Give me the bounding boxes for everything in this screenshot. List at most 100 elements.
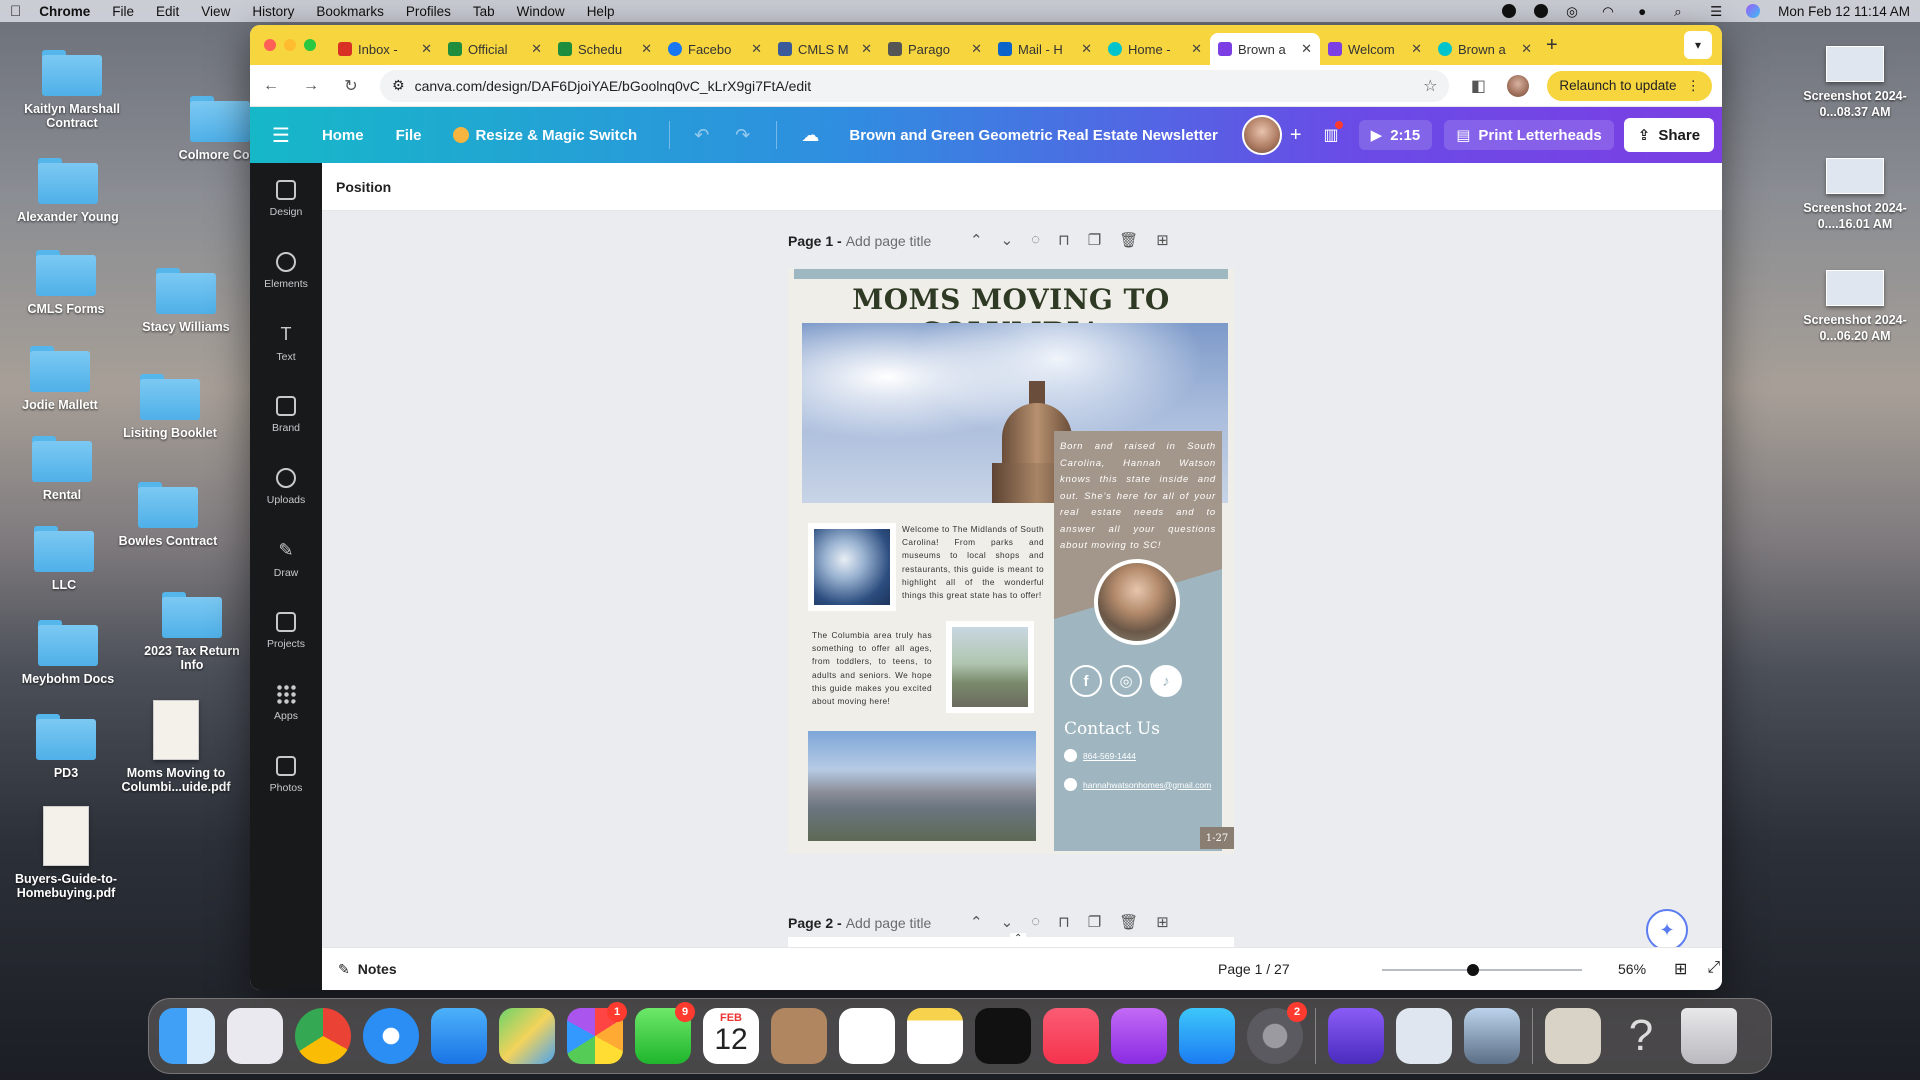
home-button[interactable]: Home bbox=[322, 127, 364, 144]
reload-icon[interactable]: ↻ bbox=[340, 76, 362, 96]
control-center-icon[interactable]: ☰ bbox=[1710, 4, 1728, 19]
present-play-button[interactable]: ▶ 2:15 bbox=[1358, 120, 1433, 150]
trash-icon[interactable] bbox=[1681, 1008, 1737, 1064]
page-indicator[interactable]: Page 1 / 27 bbox=[1218, 961, 1290, 977]
tab-gmail[interactable]: Inbox - ✕ bbox=[330, 33, 440, 65]
tab-cmls[interactable]: CMLS M ✕ bbox=[770, 33, 880, 65]
move-page-up-icon[interactable]: ⌃ bbox=[970, 231, 983, 249]
contact-email[interactable]: hannahwatsonhomes@gmail.com bbox=[1064, 778, 1211, 791]
collaborator-avatar[interactable] bbox=[1241, 115, 1282, 155]
contact-phone[interactable]: 864-569-1444 bbox=[1064, 749, 1136, 762]
print-center-icon[interactable] bbox=[1396, 1008, 1452, 1064]
podcasts-icon[interactable] bbox=[1111, 1008, 1167, 1064]
close-tab-icon[interactable]: ✕ bbox=[1411, 41, 1422, 57]
add-page-icon[interactable]: ⊞ bbox=[1156, 231, 1169, 249]
desktop-screenshot[interactable]: Screenshot 2024-0....16.01 AM bbox=[1790, 158, 1920, 232]
calendar-icon[interactable]: FEB 12 bbox=[703, 1008, 759, 1064]
grid-view-icon[interactable]: ⊞ bbox=[1674, 959, 1687, 979]
zoom-slider[interactable] bbox=[1382, 964, 1582, 976]
rail-elements[interactable]: Elements bbox=[250, 235, 322, 307]
desktop-folder[interactable]: Bowles Contract bbox=[108, 482, 228, 548]
apple-tv-icon[interactable] bbox=[975, 1008, 1031, 1064]
system-settings-icon[interactable]: 2 bbox=[1247, 1002, 1307, 1064]
close-tab-icon[interactable]: ✕ bbox=[1191, 41, 1202, 57]
tab-welcome[interactable]: Welcom ✕ bbox=[1320, 33, 1430, 65]
messages-icon[interactable]: 9 bbox=[635, 1002, 695, 1064]
app-store-icon[interactable] bbox=[1179, 1008, 1235, 1064]
duplicate-page-icon[interactable]: ❐ bbox=[1088, 231, 1101, 249]
design-page-1[interactable]: MOMS MOVING TO COLUMBIA Born and raised … bbox=[788, 269, 1234, 854]
new-tab-button[interactable]: + bbox=[1546, 34, 1558, 57]
move-page-down-icon[interactable]: ⌄ bbox=[1001, 913, 1014, 931]
resize-magic-switch-button[interactable]: Resize & Magic Switch bbox=[453, 127, 637, 144]
design-page-number[interactable]: 1-27 bbox=[1200, 827, 1234, 849]
tab-facebook[interactable]: Facebo ✕ bbox=[660, 33, 770, 65]
close-tab-icon[interactable]: ✕ bbox=[421, 41, 432, 57]
menu-help[interactable]: Help bbox=[587, 4, 615, 19]
user-icon[interactable]: ● bbox=[1638, 4, 1656, 19]
forward-arrow-icon[interactable]: → bbox=[300, 77, 322, 95]
recent-document-thumbnail[interactable] bbox=[1545, 1008, 1601, 1064]
desktop-folder[interactable]: LLC bbox=[4, 526, 124, 592]
search-icon[interactable]: ⌕ bbox=[1674, 4, 1692, 19]
magic-assistant-sparkle-icon[interactable]: ✦ bbox=[1646, 909, 1688, 947]
canvas-workspace[interactable]: Page 1 - Add page title ⌃ ⌄ ◌ ⊓ ❐ 🗑 ⊞ ⟳ … bbox=[322, 211, 1722, 947]
undo-icon[interactable]: ↶ bbox=[694, 125, 709, 146]
delete-page-icon[interactable]: 🗑 bbox=[1119, 231, 1138, 249]
agent-portrait-photo[interactable] bbox=[1094, 559, 1180, 645]
rail-design[interactable]: Design bbox=[250, 163, 322, 235]
chrome-icon[interactable] bbox=[295, 1008, 351, 1064]
menu-profiles[interactable]: Profiles bbox=[406, 4, 451, 19]
back-arrow-icon[interactable]: ← bbox=[260, 77, 282, 95]
menu-edit[interactable]: Edit bbox=[156, 4, 179, 19]
agent-bio-text[interactable]: Born and raised in South Carolina, Hanna… bbox=[1060, 439, 1216, 555]
menu-tab[interactable]: Tab bbox=[473, 4, 495, 19]
close-tab-icon[interactable]: ✕ bbox=[641, 41, 652, 57]
grammarly-icon[interactable] bbox=[1502, 4, 1517, 18]
minimize-window-button[interactable] bbox=[284, 39, 296, 51]
contact-us-heading[interactable]: Contact Us bbox=[1064, 719, 1160, 739]
close-tab-icon[interactable]: ✕ bbox=[971, 41, 982, 57]
cloud-saved-icon[interactable]: ☁ bbox=[801, 125, 819, 146]
tab-search-chevron-icon[interactable]: ▾ bbox=[1684, 31, 1712, 59]
columbia-text[interactable]: The Columbia area truly has something to… bbox=[812, 629, 932, 708]
print-letterheads-button[interactable]: ▤ Print Letterheads bbox=[1444, 120, 1614, 150]
close-tab-icon[interactable]: ✕ bbox=[751, 41, 762, 57]
desktop-folder[interactable]: Stacy Williams bbox=[126, 268, 246, 334]
tab-outlook-mail[interactable]: Mail - H ✕ bbox=[990, 33, 1100, 65]
url-text[interactable]: canva.com/design/DAF6DjoiYAE/bGoolnq0vC_… bbox=[415, 78, 812, 94]
desktop-folder[interactable]: 2023 Tax Return Info bbox=[132, 592, 252, 672]
launchpad-icon[interactable] bbox=[227, 1008, 283, 1064]
photos-icon[interactable]: 1 bbox=[567, 1002, 627, 1064]
desktop-folder[interactable]: CMLS Forms bbox=[6, 250, 126, 316]
hide-page-icon[interactable]: ◌ bbox=[1031, 231, 1040, 249]
close-tab-icon[interactable]: ✕ bbox=[531, 41, 542, 57]
instagram-icon[interactable]: ◎ bbox=[1110, 665, 1142, 697]
tab-canva-design-active[interactable]: Brown a ✕ bbox=[1210, 33, 1320, 65]
reminders-icon[interactable] bbox=[839, 1008, 895, 1064]
notes-button[interactable]: ✎ Notes bbox=[338, 961, 397, 978]
close-tab-icon[interactable]: ✕ bbox=[1301, 41, 1312, 57]
insights-chart-icon[interactable]: ▥ bbox=[1324, 121, 1343, 145]
lock-page-icon[interactable]: ⊓ bbox=[1058, 231, 1070, 249]
close-window-button[interactable] bbox=[264, 39, 276, 51]
preview-icon[interactable] bbox=[1464, 1008, 1520, 1064]
scroll-up-chevron-icon[interactable]: ⌃ bbox=[1010, 933, 1027, 944]
zoom-window-button[interactable] bbox=[304, 39, 316, 51]
side-panel-icon[interactable]: ◧ bbox=[1467, 76, 1489, 96]
apple-menu-icon[interactable]:  bbox=[10, 3, 21, 20]
desktop-screenshot[interactable]: Screenshot 2024-0...06.20 AM bbox=[1790, 270, 1920, 344]
hide-page-icon[interactable]: ◌ bbox=[1031, 913, 1040, 931]
city-skyline-photo[interactable] bbox=[808, 731, 1036, 841]
address-bar[interactable]: ⚙ canva.com/design/DAF6DjoiYAE/bGoolnq0v… bbox=[380, 69, 1450, 102]
airdrop-icon[interactable]: ◎ bbox=[1566, 4, 1584, 19]
safari-icon[interactable] bbox=[363, 1008, 419, 1064]
wifi-icon[interactable]: ◠ bbox=[1602, 4, 1620, 19]
profile-avatar[interactable] bbox=[1507, 74, 1530, 97]
move-page-up-icon[interactable]: ⌃ bbox=[970, 913, 983, 931]
file-menu-button[interactable]: File bbox=[396, 127, 422, 144]
creative-cloud-icon[interactable] bbox=[1534, 4, 1549, 18]
welcome-text[interactable]: Welcome to The Midlands of South Carolin… bbox=[902, 523, 1044, 602]
rail-uploads[interactable]: Uploads bbox=[250, 451, 322, 523]
fullscreen-icon[interactable]: ⤢ bbox=[1707, 959, 1720, 979]
